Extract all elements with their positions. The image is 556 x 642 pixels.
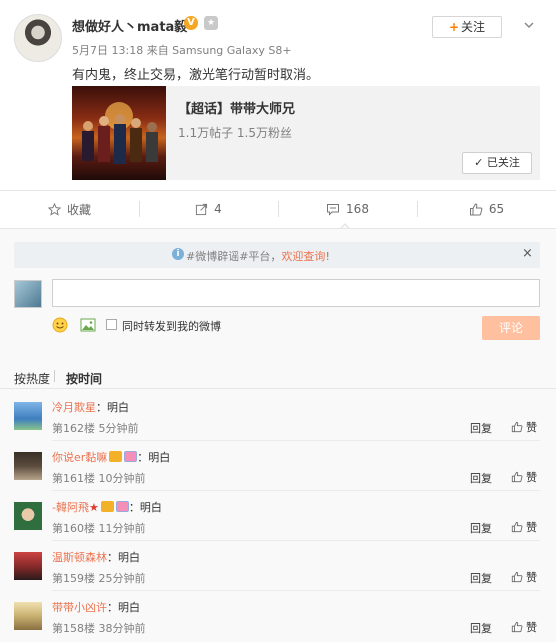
notice-link[interactable]: 欢迎查询 — [281, 250, 325, 263]
comment-input[interactable] — [52, 279, 540, 307]
reply-button[interactable]: 回复 — [470, 420, 492, 436]
comment-meta: 第160楼 11分钟前 — [52, 522, 146, 535]
thumbs-up-icon — [511, 571, 523, 583]
comment-like-button[interactable]: 赞 — [511, 519, 537, 535]
comment-text: 温斯顿森林：明白 — [52, 551, 140, 564]
divider — [52, 590, 540, 591]
reply-button[interactable]: 回复 — [470, 620, 492, 636]
sort-by-hot[interactable]: 按热度 — [14, 370, 50, 387]
reply-button[interactable]: 回复 — [470, 570, 492, 586]
divider — [0, 388, 556, 389]
notice-prefix: #微博辟谣#平台， — [186, 250, 282, 263]
commenter-name[interactable]: 你说er黏嘛 — [52, 451, 107, 464]
comment-text: -韓阿飛★ ：明白 — [52, 501, 162, 514]
comment-row: 你说er黏嘛 ：明白 第161楼 10分钟前 回复 赞 — [0, 442, 556, 492]
my-avatar — [14, 280, 42, 308]
reply-button[interactable]: 回复 — [470, 470, 492, 486]
divider — [52, 440, 540, 441]
comment-text: 冷月欺星：明白 — [52, 401, 129, 414]
author-avatar[interactable] — [14, 14, 62, 62]
comment-like-button[interactable]: 赞 — [511, 619, 537, 635]
comment-row: 冷月欺星：明白 第162楼 5分钟前 回复 赞 — [0, 392, 556, 442]
author-name[interactable]: 想做好人丶mata毅 — [72, 16, 187, 35]
comment-row: 温斯顿森林：明白 第159楼 25分钟前 回复 赞 — [0, 542, 556, 592]
comment-row: -韓阿飛★ ：明白 第160楼 11分钟前 回复 赞 — [0, 492, 556, 542]
topic-card-stats: 1.1万帖子 1.5万粉丝 — [178, 126, 292, 140]
topic-card-image[interactable] — [72, 86, 166, 180]
fan-badge-icon — [115, 501, 129, 512]
commenter-name[interactable]: 冷月欺星 — [52, 401, 96, 414]
repost-count: 4 — [214, 202, 222, 216]
level-badge-icon — [100, 501, 114, 512]
notice-suffix: ! — [325, 250, 330, 263]
commenter-name[interactable]: -韓阿飛 — [52, 501, 89, 514]
verified-icon: V — [184, 16, 198, 30]
follow-label: 关注 — [461, 20, 486, 34]
comment-row: 带带小凶许：明白 第158楼 38分钟前 回复 赞 — [0, 592, 556, 642]
commenter-avatar[interactable] — [14, 452, 42, 480]
repost-icon — [196, 203, 208, 215]
comment-like-button[interactable]: 赞 — [511, 469, 537, 485]
star-icon — [47, 202, 61, 216]
post-meta: 5月7日 13:18 来自 Samsung Galaxy S8+ — [72, 44, 292, 57]
comment-text: 带带小凶许：明白 — [52, 601, 140, 614]
image-icon[interactable] — [80, 317, 96, 333]
thumbs-up-icon — [511, 621, 523, 633]
submit-comment-button[interactable]: 评论 — [482, 316, 540, 340]
commenter-avatar[interactable] — [14, 402, 42, 430]
repost-checkbox[interactable] — [106, 319, 117, 330]
emoji-icon[interactable] — [52, 317, 68, 333]
plus-icon: + — [448, 20, 460, 34]
fan-badge-icon — [124, 451, 138, 462]
comment-count: 168 — [346, 202, 369, 216]
repost-button[interactable]: 4 — [139, 191, 278, 227]
thumbs-up-icon — [511, 471, 523, 483]
favorite-button[interactable]: 收藏 — [0, 191, 139, 227]
level-badge-icon — [109, 451, 123, 462]
commenter-avatar[interactable] — [14, 502, 42, 530]
topic-card-title[interactable]: 【超话】带带大师兄 — [178, 98, 295, 117]
comment-meta: 第161楼 10分钟前 — [52, 472, 146, 485]
thumbs-up-icon — [511, 521, 523, 533]
divider — [52, 490, 540, 491]
comment-like-button[interactable]: 赞 — [511, 419, 537, 435]
reply-button[interactable]: 回复 — [470, 520, 492, 536]
commenter-name[interactable]: 温斯顿森林 — [52, 551, 107, 564]
member-badge-icon: ★ — [204, 16, 218, 30]
comment-button[interactable]: 168 — [278, 191, 417, 227]
commenter-name[interactable]: 带带小凶许 — [52, 601, 107, 614]
post-text: 有内鬼，终止交易，激光笔行动暂时取消。 — [72, 68, 320, 83]
thumbs-up-icon — [511, 421, 523, 433]
followed-button[interactable]: ✓ 已关注 — [462, 152, 532, 174]
comment-text: 你说er黏嘛 ：明白 — [52, 451, 171, 464]
comment-meta: 第158楼 38分钟前 — [52, 622, 146, 635]
follow-button[interactable]: + 关注 — [432, 16, 502, 38]
chevron-down-icon[interactable] — [522, 18, 536, 32]
favorite-label: 收藏 — [66, 202, 91, 217]
comment-like-button[interactable]: 赞 — [511, 569, 537, 585]
divider — [54, 370, 55, 382]
close-icon[interactable]: × — [522, 246, 533, 261]
comment-meta: 第159楼 25分钟前 — [52, 572, 146, 585]
rumor-notice-text[interactable]: #微博辟谣#平台，欢迎查询! — [186, 248, 330, 264]
action-bar: 收藏 4 168 65 — [0, 191, 556, 227]
comment-meta: 第162楼 5分钟前 — [52, 422, 139, 435]
sort-by-time[interactable]: 按时间 — [66, 370, 102, 387]
repost-label[interactable]: 同时转发到我的微博 — [122, 318, 221, 334]
star-icon: ★ — [88, 501, 99, 514]
thumbs-up-icon — [469, 202, 483, 215]
like-count: 65 — [488, 202, 505, 216]
like-button[interactable]: 65 — [417, 191, 556, 227]
commenter-avatar[interactable] — [14, 552, 42, 580]
info-icon: i — [172, 248, 184, 260]
comment-icon — [327, 203, 340, 216]
commenter-avatar[interactable] — [14, 602, 42, 630]
divider — [52, 540, 540, 541]
